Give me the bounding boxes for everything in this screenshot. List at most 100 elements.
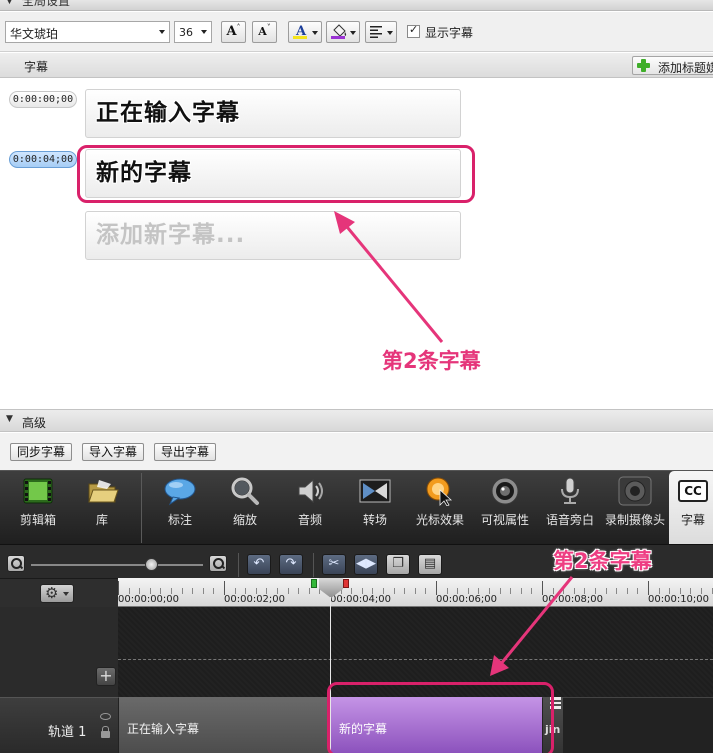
tab-audio[interactable]: 音频 bbox=[280, 471, 340, 545]
tab-transitions[interactable]: 转场 bbox=[345, 471, 405, 545]
ruler-minor-tick bbox=[308, 588, 310, 594]
ruler-minor-tick bbox=[351, 588, 353, 594]
lock-icon[interactable] bbox=[101, 726, 110, 738]
ruler-time-label: 00:00:02;00 bbox=[224, 594, 286, 605]
microphone-icon bbox=[561, 477, 579, 504]
add-new-caption-placeholder[interactable]: 添加新字幕... bbox=[85, 211, 461, 260]
fill-color-button[interactable] bbox=[326, 21, 360, 43]
paste-button[interactable]: ▤ bbox=[418, 554, 442, 575]
ruler-minor-tick bbox=[393, 588, 395, 594]
tab-record-camera-label: 录制摄像头 bbox=[604, 513, 665, 527]
ruler-minor-tick bbox=[277, 588, 278, 594]
cc-icon: CC bbox=[678, 480, 708, 502]
font-color-swatch bbox=[293, 36, 307, 39]
global-settings-header[interactable]: ▼ 全局设置 bbox=[0, 0, 713, 11]
advanced-section-title: 高级 bbox=[22, 416, 47, 430]
caption-time-1[interactable]: 0:00:00;00 bbox=[9, 91, 77, 108]
up-caret-icon: ˄ bbox=[236, 23, 241, 32]
tab-visual-properties[interactable]: 可视属性 bbox=[475, 471, 535, 545]
tab-record-camera[interactable]: 录制摄像头 bbox=[603, 471, 667, 545]
align-button[interactable] bbox=[365, 21, 397, 43]
export-captions-button[interactable]: 导出字幕 bbox=[154, 443, 216, 461]
ruler-minor-tick bbox=[467, 588, 469, 594]
timeline-ruler[interactable]: 00:00:00;00 00:00:02;00 00:00:04;00 00:00:0… bbox=[118, 578, 713, 607]
captions-panel-header: 字幕 添加标题媒体 bbox=[0, 53, 713, 78]
sync-captions-button[interactable]: 同步字幕 bbox=[10, 443, 72, 461]
redo-button[interactable]: ↷ bbox=[279, 554, 303, 575]
ruler-minor-tick bbox=[552, 588, 554, 594]
collapse-triangle-icon: ▼ bbox=[6, 0, 13, 6]
selection-end-handle[interactable] bbox=[343, 579, 349, 588]
ruler-minor-tick bbox=[520, 588, 522, 594]
ruler-minor-tick bbox=[563, 588, 565, 594]
cut-button[interactable]: ✂ bbox=[322, 554, 346, 575]
track-drop-guide bbox=[118, 659, 713, 660]
tab-cursor-effects[interactable]: 光标效果 bbox=[410, 471, 470, 545]
ruler-minor-tick bbox=[510, 588, 512, 594]
zoom-slider-track[interactable] bbox=[31, 564, 203, 566]
tab-voice-narration[interactable]: 语音旁白 bbox=[540, 471, 600, 545]
ruler-minor-tick bbox=[234, 588, 236, 594]
tab-audio-label: 音频 bbox=[297, 513, 322, 527]
font-name-select[interactable]: 华文琥珀 bbox=[5, 21, 170, 43]
paste-icon: ▤ bbox=[423, 556, 437, 571]
zoom-out-button[interactable] bbox=[7, 555, 25, 572]
import-captions-button[interactable]: 导入字幕 bbox=[82, 443, 144, 461]
caption-time-2[interactable]: 0:00:04;00 bbox=[9, 151, 77, 168]
ruler-minor-tick bbox=[202, 588, 204, 594]
zoom-in-button[interactable] bbox=[209, 555, 227, 572]
shrink-font-button[interactable]: A˅ bbox=[252, 21, 277, 43]
ruler-minor-tick bbox=[489, 588, 490, 594]
caption-text-1[interactable]: 正在输入字幕 bbox=[85, 89, 461, 138]
visual-props-icon bbox=[491, 477, 519, 505]
ruler-minor-tick bbox=[701, 588, 702, 594]
ruler-minor-tick bbox=[457, 588, 459, 594]
timeline-settings-button[interactable]: ⚙ bbox=[40, 584, 74, 603]
tab-captions[interactable]: CC 字幕 bbox=[669, 471, 713, 545]
font-color-button[interactable]: A bbox=[288, 21, 322, 43]
ruler-minor-tick bbox=[298, 588, 300, 594]
chevron-down-icon bbox=[63, 592, 69, 596]
add-track-button[interactable]: + bbox=[96, 667, 116, 686]
ruler-minor-tick bbox=[425, 588, 427, 594]
ruler-minor-tick bbox=[478, 588, 480, 594]
tab-zoom[interactable]: 缩放 bbox=[215, 471, 275, 545]
collapse-triangle-icon: ▼ bbox=[6, 414, 13, 424]
tab-transitions-label: 转场 bbox=[362, 513, 387, 527]
down-caret-icon: ˅ bbox=[266, 23, 271, 32]
advanced-section-header[interactable]: ▼ 高级 bbox=[0, 409, 713, 432]
captions-list: 0:00:00;00 正在输入字幕 0:00:04;00 新的字幕 添加新字幕.… bbox=[0, 79, 713, 409]
track-1-header[interactable]: 轨道 1 bbox=[0, 697, 118, 753]
ruler-minor-tick bbox=[584, 588, 586, 594]
ruler-major-tick bbox=[648, 581, 649, 595]
add-caption-media-button[interactable]: 添加标题媒体 bbox=[632, 56, 713, 75]
tab-library[interactable]: 库 bbox=[72, 471, 132, 545]
ruler-minor-tick bbox=[658, 588, 660, 594]
font-size-select[interactable]: 36 bbox=[174, 21, 212, 43]
annotation-highlight-clip bbox=[327, 682, 554, 753]
eye-icon[interactable] bbox=[100, 713, 111, 720]
ruler-major-tick bbox=[436, 581, 437, 595]
selection-start-handle[interactable] bbox=[311, 579, 317, 588]
annotation-highlight-caption bbox=[77, 145, 475, 203]
undo-button[interactable]: ↶ bbox=[247, 554, 271, 575]
annotation-label-timeline: 第2条字幕 bbox=[553, 549, 652, 573]
webcam-icon bbox=[618, 476, 652, 506]
ruler-minor-tick bbox=[128, 588, 130, 594]
film-icon bbox=[23, 478, 53, 504]
grow-font-button[interactable]: A˄ bbox=[221, 21, 246, 43]
chevron-down-icon bbox=[312, 31, 318, 35]
tab-clip-bin[interactable]: 剪辑箱 bbox=[8, 471, 68, 545]
show-captions-checkbox[interactable] bbox=[407, 23, 420, 38]
zoom-slider-handle[interactable] bbox=[145, 558, 158, 571]
caption-clip-1[interactable]: 正在输入字幕 bbox=[119, 697, 330, 753]
undo-icon: ↶ bbox=[253, 556, 265, 571]
add-caption-media-label: 添加标题媒体 bbox=[658, 61, 713, 75]
ruler-minor-tick bbox=[171, 588, 172, 594]
ruler-minor-tick bbox=[404, 588, 406, 594]
ruler-minor-tick bbox=[181, 588, 183, 594]
split-button[interactable]: ◀▶ bbox=[354, 554, 378, 575]
tab-callouts[interactable]: 标注 bbox=[150, 471, 210, 545]
ruler-time-label: 00:00:10;00 bbox=[648, 594, 710, 605]
copy-button[interactable]: ❐ bbox=[386, 554, 410, 575]
